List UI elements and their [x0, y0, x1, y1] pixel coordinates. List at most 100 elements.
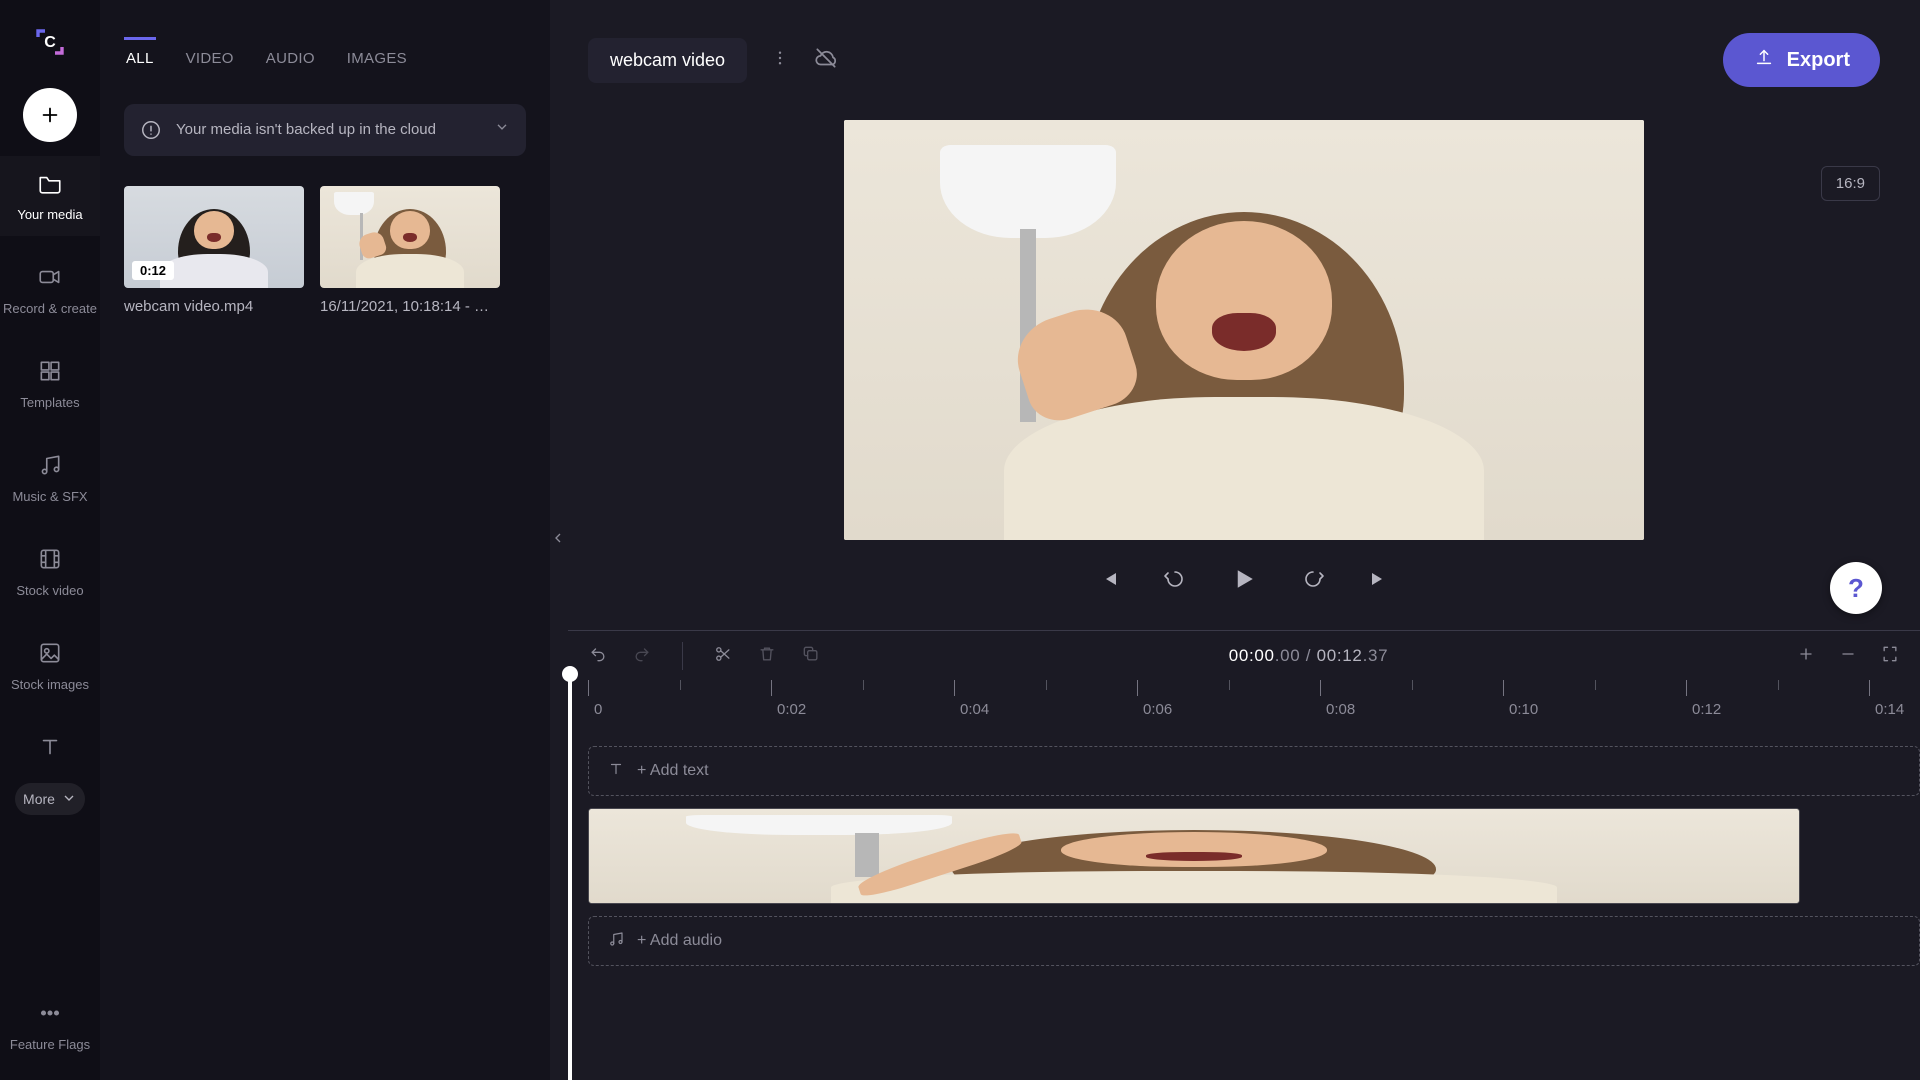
- media-item-label: webcam video.mp4: [124, 298, 304, 315]
- add-audio-label: + Add audio: [637, 932, 722, 950]
- music-icon: [607, 930, 625, 953]
- redo-button[interactable]: [632, 644, 652, 669]
- video-clip[interactable]: [588, 808, 1800, 904]
- forward-5-button[interactable]: [1301, 567, 1325, 591]
- chevron-down-icon: [494, 119, 510, 141]
- ruler-tick: 0:06: [1137, 680, 1172, 724]
- export-label: Export: [1787, 49, 1850, 72]
- preview-area: 16:9 ?: [568, 120, 1920, 630]
- play-button[interactable]: [1229, 564, 1259, 594]
- project-menu-button[interactable]: [765, 43, 795, 78]
- sidebar-item-stock-images[interactable]: Stock images: [0, 626, 100, 706]
- sidebar-item-your-media[interactable]: Your media: [0, 156, 100, 236]
- chevron-down-icon: [61, 790, 77, 809]
- add-audio-track[interactable]: + Add audio: [588, 916, 1920, 966]
- ruler-tick: 0: [588, 680, 602, 724]
- ruler-tick: 0:14: [1869, 680, 1904, 724]
- undo-button[interactable]: [588, 644, 608, 669]
- tab-all[interactable]: ALL: [124, 37, 156, 77]
- timecode-display: 00:00.00 / 00:12.37: [845, 646, 1772, 666]
- media-item[interactable]: 0:12 webcam video.mp4: [124, 186, 304, 315]
- top-bar: webcam video Export: [568, 0, 1920, 120]
- timeline-toolbar: 00:00.00 / 00:12.37: [568, 630, 1920, 682]
- sidebar-item-label: Music & SFX: [12, 489, 87, 504]
- sidebar-item-label: Templates: [20, 395, 79, 410]
- sidebar-item-stock-video[interactable]: Stock video: [0, 532, 100, 612]
- sidebar-item-feature-flags[interactable]: Feature Flags: [0, 986, 100, 1066]
- text-icon: [37, 734, 63, 763]
- upload-icon: [1753, 46, 1775, 74]
- ruler-tick: 0:08: [1320, 680, 1355, 724]
- ruler-tick: 0:12: [1686, 680, 1721, 724]
- sidebar-item-text[interactable]: [0, 720, 100, 765]
- dots-icon: [37, 1000, 63, 1029]
- help-button[interactable]: ?: [1830, 562, 1882, 614]
- video-preview[interactable]: [844, 120, 1644, 540]
- skip-start-button[interactable]: [1097, 567, 1121, 591]
- sidebar-item-music-sfx[interactable]: Music & SFX: [0, 438, 100, 518]
- skip-end-button[interactable]: [1367, 567, 1391, 591]
- ruler-tick: 0:04: [954, 680, 989, 724]
- media-tabs: ALL VIDEO AUDIO IMAGES: [124, 40, 526, 78]
- zoom-out-button[interactable]: [1838, 644, 1858, 669]
- backup-warning-text: Your media isn't backed up in the cloud: [176, 121, 436, 138]
- playhead[interactable]: [568, 672, 572, 1080]
- chevron-left-icon: [550, 530, 566, 551]
- tab-audio[interactable]: AUDIO: [264, 40, 317, 77]
- tracks: + Add text + Add audio: [588, 746, 1920, 966]
- split-button[interactable]: [713, 644, 733, 669]
- info-icon: [140, 119, 162, 141]
- film-icon: [37, 546, 63, 575]
- tab-images[interactable]: IMAGES: [345, 40, 409, 77]
- sidebar-item-record-create[interactable]: Record & create: [0, 250, 100, 330]
- delete-button[interactable]: [757, 644, 777, 669]
- backup-warning[interactable]: Your media isn't backed up in the cloud: [124, 104, 526, 156]
- app-root: C Your media Record & create Templates M…: [0, 0, 1920, 1080]
- app-logo: C: [28, 20, 72, 64]
- media-item-label: 16/11/2021, 10:18:14 - …: [320, 298, 500, 315]
- project-title[interactable]: webcam video: [588, 38, 747, 83]
- rewind-5-button[interactable]: [1163, 567, 1187, 591]
- media-item[interactable]: 16/11/2021, 10:18:14 - …: [320, 186, 500, 315]
- more-label: More: [23, 791, 55, 807]
- time-ruler[interactable]: 0 0:02 0:04 0:06 0:08 0:10 0:12 0:14: [588, 680, 1920, 724]
- aspect-ratio-button[interactable]: 16:9: [1821, 166, 1880, 201]
- more-button[interactable]: More: [15, 783, 85, 815]
- duration-badge: 0:12: [132, 261, 174, 280]
- add-text-label: + Add text: [637, 762, 709, 780]
- add-text-track[interactable]: + Add text: [588, 746, 1920, 796]
- tab-video[interactable]: VIDEO: [184, 40, 236, 77]
- media-thumbnail: [320, 186, 500, 288]
- sidebar-item-label: Record & create: [3, 301, 97, 316]
- svg-text:C: C: [44, 34, 56, 51]
- video-track[interactable]: [588, 808, 1920, 904]
- collapse-panel-button[interactable]: [550, 0, 568, 1080]
- sidebar-item-label: Feature Flags: [10, 1037, 90, 1052]
- media-thumbnail: 0:12: [124, 186, 304, 288]
- ruler-tick: 0:10: [1503, 680, 1538, 724]
- templates-icon: [37, 358, 63, 387]
- zoom-fit-button[interactable]: [1880, 644, 1900, 669]
- sidebar-item-label: Stock video: [16, 583, 83, 598]
- question-icon: ?: [1848, 573, 1864, 604]
- add-media-button[interactable]: [23, 88, 77, 142]
- left-rail: C Your media Record & create Templates M…: [0, 0, 100, 1080]
- text-icon: [607, 760, 625, 783]
- ruler-tick: 0:02: [771, 680, 806, 724]
- clip-frame: [1381, 809, 1513, 903]
- transport-controls: [1097, 564, 1391, 594]
- music-icon: [37, 452, 63, 481]
- sidebar-item-templates[interactable]: Templates: [0, 344, 100, 424]
- export-button[interactable]: Export: [1723, 33, 1880, 87]
- cloud-sync-off-icon[interactable]: [813, 45, 839, 76]
- duplicate-button[interactable]: [801, 644, 821, 669]
- image-icon: [37, 640, 63, 669]
- zoom-in-button[interactable]: [1796, 644, 1816, 669]
- media-panel: ALL VIDEO AUDIO IMAGES Your media isn't …: [100, 0, 550, 1080]
- media-grid: 0:12 webcam video.mp4 16/11/2021, 10:18:…: [124, 186, 526, 315]
- sidebar-item-label: Stock images: [11, 677, 89, 692]
- camera-icon: [37, 264, 63, 293]
- sidebar-item-label: Your media: [17, 207, 82, 222]
- timeline[interactable]: 0 0:02 0:04 0:06 0:08 0:10 0:12 0:14 + Add text…: [568, 680, 1920, 1080]
- folder-icon: [37, 170, 63, 199]
